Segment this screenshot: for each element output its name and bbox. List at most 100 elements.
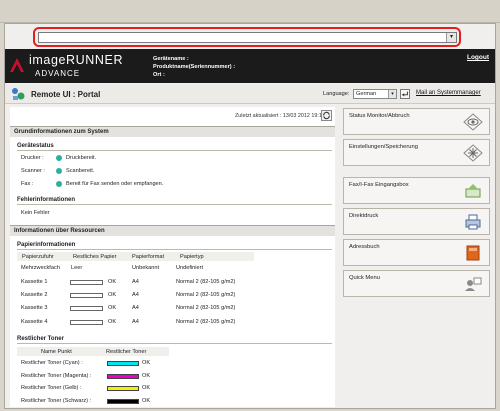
paper-type: Normal 2 (82-105 g/m2) [176, 279, 236, 285]
toner-level-bar [107, 361, 139, 366]
toner-name: Restlicher Toner (Gelb) : [21, 385, 82, 391]
toner-value: OK [142, 385, 151, 391]
eye-icon [463, 113, 483, 131]
toner-header-name: Name Punkt [41, 349, 72, 355]
portal-menu: Status Monitor/Abbruch Einstellungen/Spe… [340, 107, 490, 407]
status-value: Scanbereit. [66, 168, 95, 174]
toner-value: OK [142, 373, 151, 379]
subsection-error-info: Fehlerinformationen [17, 196, 332, 205]
paper-level-bar [70, 320, 103, 325]
paper-format: A4 [132, 319, 139, 325]
chevron-down-icon: ▾ [388, 90, 396, 98]
brand-subname: ADVANCE [35, 69, 81, 78]
error-value: Kein Fehler [21, 210, 50, 216]
toner-name: Restlicher Toner (Cyan) : [21, 360, 83, 366]
status-ok-icon [56, 181, 62, 187]
toner-level-bar [107, 399, 139, 404]
last-updated-text: Zuletzt aktualisiert : 13/03 2012 19:14:… [235, 113, 333, 119]
toner-level-bar [107, 386, 139, 391]
toner-value: OK [142, 398, 151, 404]
main-content: Zuletzt aktualisiert : 13/03 2012 19:14:… [10, 107, 335, 407]
paper-format: A4 [132, 279, 139, 285]
paper-source: Kassette 4 [21, 319, 48, 325]
status-ok-icon [56, 155, 62, 161]
refresh-icon [323, 111, 330, 120]
paper-type: Undefiniert [176, 265, 204, 271]
paper-format: Unbekannt [132, 265, 160, 271]
paper-remaining: OK [108, 305, 117, 311]
location-label: Ort : [153, 72, 165, 78]
paper-level-bar [70, 280, 103, 285]
device-name-label: Gerätename : [153, 56, 189, 62]
paper-header-remaining: Restliches Papier [73, 254, 117, 260]
menu-label: Fax/I-Fax Eingangsbox [349, 182, 409, 188]
quick-menu-button[interactable]: Quick Menu [343, 270, 490, 297]
menu-label: Einstellungen/Speicherung [349, 144, 418, 150]
paper-source: Kassette 2 [21, 292, 48, 298]
section-resources: Informationen über Ressourcen [10, 225, 335, 236]
fax-inbox-icon [465, 184, 481, 198]
menu-label: Quick Menu [349, 275, 380, 281]
menu-label: Status Monitor/Abbruch [349, 113, 410, 119]
address-dropdown-button[interactable]: ▾ [446, 33, 456, 42]
paper-level-bar [70, 293, 103, 298]
paper-remaining: Leer [71, 265, 83, 271]
address-book-button[interactable]: Adressbuch [343, 239, 490, 266]
status-value: Druckbereit. [66, 155, 97, 161]
toner-value: OK [142, 360, 151, 366]
quick-menu-icon [465, 277, 482, 291]
app-header: imageRUNNER ADVANCE Gerätename : Produkt… [5, 49, 495, 83]
language-label: Language: [323, 91, 350, 97]
paper-source: Mehrzweckfach [21, 265, 60, 271]
subsection-device-status: Gerätestatus [17, 142, 332, 151]
subsection-paper-info: Papierinformationen [17, 241, 332, 250]
printer-icon [465, 214, 481, 230]
paper-format: A4 [132, 305, 139, 311]
status-value: Bereit für Fax senden oder empfangen. [66, 181, 164, 187]
status-label: Scanner : [21, 168, 45, 174]
toner-name: Restlicher Toner (Schwarz) : [21, 398, 92, 404]
logout-link[interactable]: Logout [467, 54, 489, 61]
status-label: Fax : [21, 181, 34, 187]
address-book-icon [466, 245, 480, 261]
subsection-toner: Restlicher Toner [17, 335, 332, 344]
language-select[interactable]: German ▾ [353, 89, 397, 99]
paper-remaining: OK [108, 279, 117, 285]
settings-button[interactable]: Einstellungen/Speicherung [343, 139, 490, 166]
paper-header-type: Papiertyp [180, 254, 204, 260]
address-bar[interactable]: ▾ [38, 32, 457, 43]
fax-inbox-button[interactable]: Fax/I-Fax Eingangsbox [343, 177, 490, 204]
browser-chrome [0, 0, 500, 23]
paper-format: A4 [132, 292, 139, 298]
canon-logo-icon [10, 58, 24, 72]
menu-label: Direktdruck [349, 213, 379, 219]
enter-arrow-icon [401, 91, 408, 97]
language-select-value: German [356, 91, 377, 97]
portal-titlebar: Remote UI : Portal Language: German ▾ Ma… [5, 84, 495, 104]
direct-print-button[interactable]: Direktdruck [343, 208, 490, 235]
paper-type: Normal 2 (82-105 g/m2) [176, 305, 236, 311]
paper-type: Normal 2 (82-105 g/m2) [176, 319, 236, 325]
toner-level-bar [107, 374, 139, 379]
product-name-label: Produktname(Seriennummer) : [153, 64, 236, 70]
menu-label: Adressbuch [349, 244, 380, 250]
status-label: Drucker : [21, 155, 44, 161]
settings-icon [463, 144, 483, 162]
paper-source: Kassette 3 [21, 305, 48, 311]
mail-admin-link[interactable]: Mail an Systemmanager [416, 90, 481, 96]
toner-header-remaining: Restlicher Toner [106, 349, 147, 355]
paper-level-bar [70, 306, 103, 311]
refresh-button[interactable] [321, 110, 332, 121]
status-ok-icon [56, 168, 62, 174]
toner-name: Restlicher Toner (Magenta) : [21, 373, 92, 379]
paper-source: Kassette 1 [21, 279, 48, 285]
paper-header-format: Papierformat [132, 254, 165, 260]
section-basic-info: Grundinformationen zum System [10, 126, 335, 137]
paper-remaining: OK [108, 292, 117, 298]
page-title: Remote UI : Portal [31, 90, 101, 99]
paper-remaining: OK [108, 319, 117, 325]
language-apply-button[interactable] [400, 89, 410, 99]
status-monitor-button[interactable]: Status Monitor/Abbruch [343, 108, 490, 135]
device-info: Gerätename : Produktname(Seriennummer) :… [153, 55, 235, 79]
portal-icon [12, 88, 25, 100]
